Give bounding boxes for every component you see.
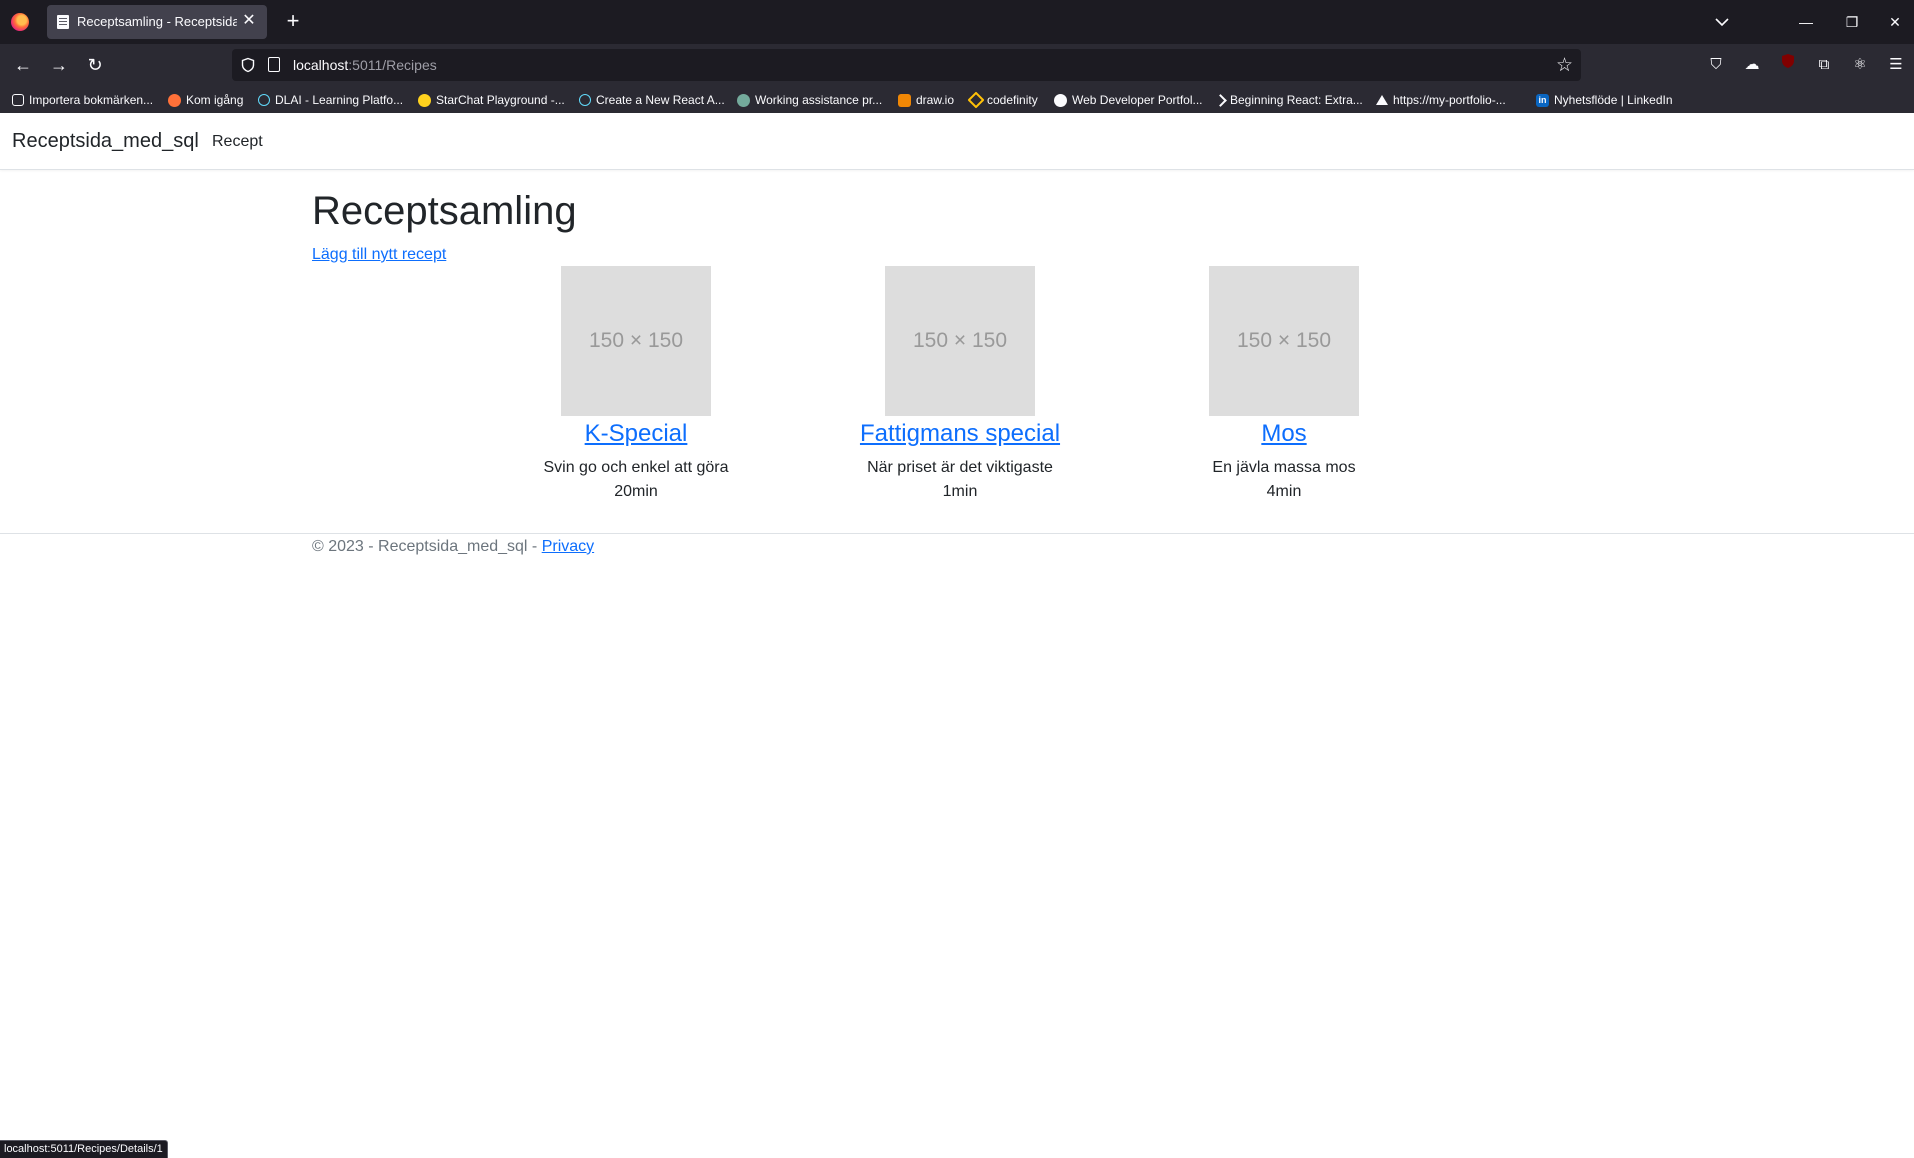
restore-icon[interactable]: ❐ bbox=[1838, 8, 1866, 36]
url-text[interactable]: localhost:5011/Recipes bbox=[293, 57, 437, 73]
bookmark-item[interactable]: Working assistance pr... bbox=[737, 91, 882, 109]
bookmark-item[interactable]: codefinity bbox=[967, 91, 1038, 109]
bookmark-item[interactable]: Create a New React A... bbox=[579, 91, 725, 109]
linkedin-icon: in bbox=[1536, 93, 1549, 107]
react-devtools-icon[interactable]: ⚛ bbox=[1848, 53, 1872, 77]
recipe-card: 150 × 150 Fattigmans special När priset … bbox=[840, 266, 1080, 504]
page-title: Receptsamling bbox=[312, 189, 577, 233]
recipe-description: En jävla massa mos bbox=[1212, 459, 1356, 476]
recipe-name-link[interactable]: Fattigmans special bbox=[840, 417, 1080, 451]
recipe-card: 150 × 150 Mos En jävla massa mos 4min bbox=[1164, 266, 1404, 504]
active-tab[interactable]: Receptsamling - Receptsida_med_sql ✕ bbox=[47, 5, 267, 39]
browser-nav-bar: ← → ↻ localhost:5011/Recipes ☆ ⛉ ☁ ⧉ ⚛ ☰ bbox=[0, 44, 1914, 86]
privacy-link[interactable]: Privacy bbox=[542, 538, 594, 555]
drawio-icon bbox=[898, 93, 911, 107]
forward-arrow-icon[interactable]: → bbox=[45, 51, 73, 79]
add-recipe-link[interactable]: Lägg till nytt recept bbox=[312, 246, 446, 264]
tab-title: Receptsamling - Receptsida_med_sql bbox=[77, 14, 237, 29]
bookmark-item[interactable]: Beginning React: Extra... bbox=[1214, 91, 1363, 109]
bookmark-item[interactable]: in Nyhetsflöde | LinkedIn bbox=[1536, 91, 1673, 109]
import-icon bbox=[12, 94, 24, 106]
reload-icon[interactable]: ↻ bbox=[81, 51, 109, 79]
status-url-tooltip: localhost:5011/Recipes/Details/1 bbox=[0, 1140, 168, 1158]
address-bar[interactable]: localhost:5011/Recipes ☆ bbox=[232, 49, 1581, 81]
send-icon bbox=[1214, 93, 1227, 107]
extension-cloud-icon[interactable]: ☁ bbox=[1740, 53, 1764, 77]
bookmark-star-icon[interactable]: ☆ bbox=[1556, 54, 1573, 77]
bookmark-item[interactable]: https://my-portfolio-... bbox=[1376, 91, 1506, 109]
recipe-image-placeholder[interactable]: 150 × 150 bbox=[1209, 266, 1359, 416]
shield-icon[interactable] bbox=[240, 57, 256, 73]
browser-tab-bar: Receptsamling - Receptsida_med_sql ✕ + —… bbox=[0, 0, 1914, 44]
list-tabs-chevron-down-icon[interactable] bbox=[1710, 10, 1734, 34]
recipe-name-link[interactable]: K-Special bbox=[516, 417, 756, 451]
recipe-name-link[interactable]: Mos bbox=[1164, 417, 1404, 451]
bookmark-item[interactable]: Importera bokmärken... bbox=[12, 91, 153, 109]
bookmark-item[interactable]: draw.io bbox=[898, 91, 954, 109]
openai-icon bbox=[737, 93, 750, 107]
bookmarks-toolbar: Importera bokmärken... Kom igång DLAI - … bbox=[0, 86, 1914, 113]
codefinity-icon bbox=[967, 91, 985, 109]
recipe-card: 150 × 150 K-Special Svin go och enkel at… bbox=[516, 266, 756, 504]
recipe-time: 1min bbox=[942, 483, 978, 500]
portfolio-icon bbox=[1054, 93, 1067, 107]
firefox-logo-icon[interactable] bbox=[11, 13, 29, 31]
recipe-description: Svin go och enkel att göra bbox=[543, 459, 729, 476]
bookmark-item[interactable]: Web Developer Portfol... bbox=[1054, 91, 1203, 109]
recipe-time: 4min bbox=[1266, 483, 1302, 500]
page-icon bbox=[57, 15, 69, 29]
back-arrow-icon[interactable]: ← bbox=[9, 51, 37, 79]
footer-text: © 2023 - Receptsida_med_sql - Privacy bbox=[312, 538, 595, 555]
react-icon bbox=[579, 94, 591, 106]
menu-hamburger-icon[interactable]: ☰ bbox=[1884, 53, 1908, 77]
bookmark-item[interactable]: Kom igång bbox=[168, 91, 243, 109]
react-icon bbox=[258, 94, 270, 106]
site-header: Receptsida_med_sql Recept bbox=[0, 113, 1914, 170]
recipe-description: När priset är det viktigaste bbox=[867, 459, 1053, 476]
recipe-time: 20min bbox=[614, 483, 658, 500]
page-info-icon[interactable] bbox=[268, 57, 280, 72]
brand-link[interactable]: Receptsida_med_sql bbox=[12, 130, 199, 153]
close-window-icon[interactable]: ✕ bbox=[1881, 8, 1909, 36]
extensions-puzzle-icon[interactable]: ⧉ bbox=[1812, 53, 1836, 77]
firefox-icon bbox=[168, 93, 181, 107]
new-tab-button[interactable]: + bbox=[280, 8, 306, 34]
huggingface-icon bbox=[418, 93, 431, 107]
site-footer: © 2023 - Receptsida_med_sql - Privacy bbox=[0, 533, 1914, 555]
tab-close-icon[interactable]: ✕ bbox=[239, 11, 259, 31]
recipe-image-placeholder[interactable]: 150 × 150 bbox=[885, 266, 1035, 416]
vercel-icon bbox=[1376, 95, 1388, 105]
nav-recept-link[interactable]: Recept bbox=[212, 133, 263, 151]
pocket-icon[interactable]: ⛉ bbox=[1704, 53, 1728, 77]
bookmark-item[interactable]: StarChat Playground -... bbox=[418, 91, 565, 109]
bookmark-item[interactable]: DLAI - Learning Platfo... bbox=[258, 91, 403, 109]
minimize-icon[interactable]: — bbox=[1792, 8, 1820, 36]
ublock-icon[interactable] bbox=[1776, 53, 1800, 77]
recipe-image-placeholder[interactable]: 150 × 150 bbox=[561, 266, 711, 416]
